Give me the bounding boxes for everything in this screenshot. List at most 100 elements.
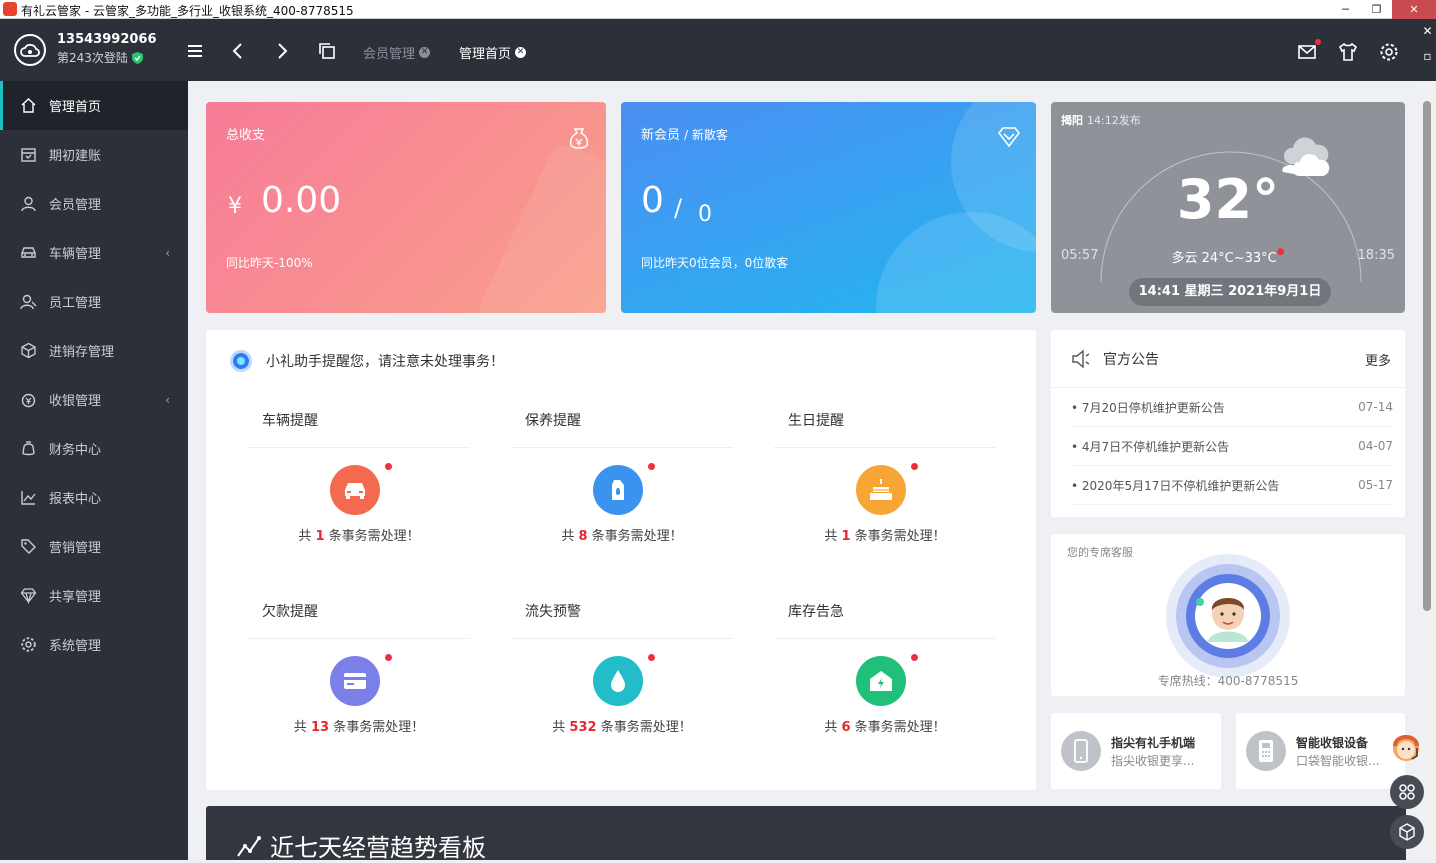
apps-grid-icon[interactable] (1390, 775, 1424, 809)
member-compare: 同比昨天0位会员，0位散客 (641, 256, 789, 270)
reminders-panel: 小礼助手提醒您，请注意未处理事务！ 车辆提醒 共 1 条事务需处理！ 保养提醒 … (206, 330, 1036, 790)
notice-more-link[interactable]: 更多 (1365, 350, 1391, 369)
tab-member-management[interactable]: 会员管理 ✕ (363, 43, 431, 62)
box-icon (21, 342, 36, 359)
notice-date: 04-07 (1358, 439, 1393, 453)
back-icon[interactable] (229, 42, 247, 60)
notice-header: 官方公告 (1051, 330, 1405, 388)
forward-icon[interactable] (273, 42, 291, 60)
sidebar-item-staff[interactable]: 员工管理 (0, 277, 188, 326)
close-icon[interactable]: ✕ (1392, 0, 1436, 19)
card-icon (330, 656, 380, 706)
new-member-card[interactable]: 新会员 / 新散客 0 / 0 同比昨天0位会员，0位散客 (621, 102, 1036, 313)
notice-text: • 2020年5月17日不停机维护更新公告 (1071, 478, 1280, 493)
money-icon (21, 393, 36, 408)
shirt-icon[interactable] (1338, 42, 1358, 62)
reminder-prefix: 共 (824, 529, 838, 544)
notice-title: 官方公告 (1103, 351, 1159, 368)
copy-icon[interactable] (318, 42, 336, 60)
warehouse-icon (856, 656, 906, 706)
restore-icon[interactable]: ❐ (1361, 0, 1392, 19)
reminder-prefix: 共 (298, 529, 312, 544)
weather-desc: 多云 24°C~33°C● (1171, 247, 1285, 266)
weather-city: 揭阳 (1061, 114, 1083, 127)
sidebar-item-label: 期初建账 (49, 149, 102, 164)
tab-home[interactable]: 管理首页 ✕ (459, 43, 527, 62)
sidebar-item-finance[interactable]: 财务中心 (0, 424, 188, 473)
side-minimize-icon[interactable]: ▫ (1419, 44, 1436, 69)
notice-text-value: 2020年5月17日不停机维护更新公告 (1081, 478, 1280, 493)
sidebar-item-label: 进销存管理 (49, 345, 115, 360)
reminder-churn[interactable]: 流失预警 共 532 条事务需处理！ (511, 601, 733, 735)
sidebar-item-label: 员工管理 (49, 296, 102, 311)
reminder-prefix: 共 (552, 720, 566, 735)
reminder-count: 1 (315, 529, 325, 544)
sidebar-item-members[interactable]: 会员管理 (0, 179, 188, 228)
notification-dot (648, 654, 655, 661)
promo-subtitle: 指尖收银更享... (1111, 754, 1195, 768)
sidebar: 管理首页 期初建账 会员管理 车辆管理 ‹ 员工管理 进销存管理 收银管理 ‹ … (0, 81, 188, 860)
sidebar-item-label: 报表中心 (49, 492, 102, 507)
tab-close-icon[interactable]: ✕ (515, 47, 527, 58)
sidebar-item-cashier[interactable]: 收银管理 ‹ (0, 375, 188, 424)
mobile-phone-icon (1061, 731, 1101, 771)
sidebar-item-inventory[interactable]: 进销存管理 (0, 326, 188, 375)
reminder-text: 共 532 条事务需处理！ (511, 716, 733, 735)
sidebar-item-label: 会员管理 (49, 198, 102, 213)
notice-date: 05-17 (1358, 478, 1393, 492)
notice-item[interactable]: • 4月7日不停机维护更新公告 04-07 (1071, 427, 1393, 466)
sidebar-item-sharing[interactable]: 共享管理 (0, 571, 188, 620)
reminder-title: 流失预警 (511, 601, 733, 639)
notification-dot (911, 463, 918, 470)
finance-icon (22, 441, 35, 456)
reminder-title: 欠款提醒 (248, 601, 470, 639)
reminder-birthday[interactable]: 生日提醒 共 1 条事务需处理！ (774, 410, 996, 544)
pos-terminal-icon (1246, 731, 1286, 771)
gear-icon[interactable] (1379, 42, 1399, 62)
minimize-icon[interactable]: ─ (1330, 0, 1361, 19)
reminder-suffix: 条事务需处理！ (854, 529, 946, 544)
tag-icon (21, 539, 36, 554)
reminder-prefix: 共 (824, 720, 838, 735)
notification-dot (911, 654, 918, 661)
sidebar-item-opening[interactable]: 期初建账 (0, 130, 188, 179)
sidebar-item-vehicles[interactable]: 车辆管理 ‹ (0, 228, 188, 277)
sidebar-item-marketing[interactable]: 营销管理 (0, 522, 188, 571)
revenue-card[interactable]: 总收支 ¥ 0.00 同比昨天-100% (206, 102, 606, 313)
reminder-count: 6 (841, 720, 851, 735)
menu-icon[interactable] (186, 42, 204, 60)
sidebar-item-home[interactable]: 管理首页 (0, 81, 188, 130)
tab-close-icon[interactable]: ✕ (419, 47, 431, 58)
notification-dot (385, 463, 392, 470)
notice-item[interactable]: • 7月20日停机维护更新公告 07-14 (1071, 388, 1393, 427)
mail-icon[interactable] (1297, 42, 1317, 62)
cube-icon[interactable] (1390, 815, 1424, 849)
reminder-maintenance[interactable]: 保养提醒 共 8 条事务需处理！ (511, 410, 733, 544)
scrollbar-thumb[interactable] (1423, 101, 1431, 611)
notice-text: • 4月7日不停机维护更新公告 (1071, 439, 1230, 454)
reminder-count: 532 (569, 720, 597, 735)
service-avatar[interactable] (1166, 554, 1290, 678)
oil-icon (593, 465, 643, 515)
new-guest-count: 0 (698, 202, 712, 227)
weather-published: 14:12发布 (1087, 114, 1141, 127)
sidebar-item-reports[interactable]: 报表中心 (0, 473, 188, 522)
reminder-title: 库存告急 (774, 601, 996, 639)
side-close-icon[interactable]: ✕ (1419, 19, 1436, 44)
promo-pos-device[interactable]: 智能收银设备 口袋智能收银... (1236, 713, 1405, 789)
reminder-suffix: 条事务需处理！ (591, 529, 683, 544)
window-title-bar: 有礼云管家 - 云管家_多功能_多行业_收银系统_400-8778515 ─ ❐… (0, 0, 1436, 19)
calendar-icon (21, 148, 36, 162)
reminder-suffix: 条事务需处理！ (600, 720, 692, 735)
sidebar-item-system[interactable]: 系统管理 (0, 620, 188, 669)
reminder-stock[interactable]: 库存告急 共 6 条事务需处理！ (774, 601, 996, 735)
promo-title: 智能收银设备 (1296, 736, 1369, 750)
money-bag-icon (569, 128, 589, 149)
reminder-suffix: 条事务需处理！ (854, 720, 946, 735)
support-agent-icon[interactable] (1388, 730, 1424, 766)
notice-item[interactable]: • 2020年5月17日不停机维护更新公告 05-17 (1071, 466, 1393, 505)
reminder-vehicle[interactable]: 车辆提醒 共 1 条事务需处理！ (248, 410, 470, 544)
reminder-debt[interactable]: 欠款提醒 共 13 条事务需处理！ (248, 601, 470, 735)
revenue-title: 总收支 (226, 128, 266, 143)
promo-mobile[interactable]: 指尖有礼手机端 指尖收银更享... (1051, 713, 1221, 789)
